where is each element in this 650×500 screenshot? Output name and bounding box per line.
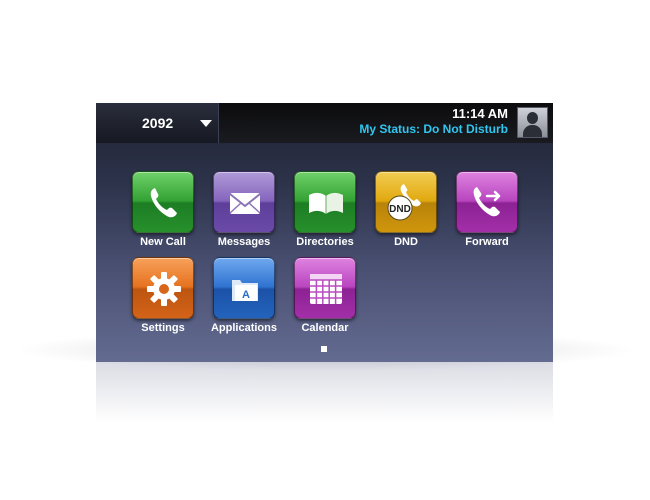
applications-icon: A: [213, 257, 275, 319]
status-bar: 2092 11:14 AM My Status: Do Not Disturb: [96, 103, 553, 143]
open-book-icon: [294, 171, 356, 233]
clock-time: 11:14 AM: [452, 106, 508, 121]
app-dnd[interactable]: DND DND: [371, 171, 441, 257]
calendar-icon: [294, 257, 356, 319]
app-label: Messages: [217, 236, 271, 248]
phone-screen: 2092 11:14 AM My Status: Do Not Disturb …: [96, 103, 553, 362]
phone-handset-icon: [132, 171, 194, 233]
app-calendar[interactable]: Calendar: [290, 257, 360, 343]
my-status[interactable]: My Status: Do Not Disturb: [359, 122, 508, 136]
app-settings[interactable]: Settings: [128, 257, 198, 343]
gear-icon: [132, 257, 194, 319]
user-avatar-icon[interactable]: [517, 107, 548, 138]
avatar-head: [527, 112, 538, 124]
app-messages[interactable]: Messages: [209, 171, 279, 257]
app-label: Calendar: [301, 322, 349, 334]
dnd-badge-text: DND: [389, 204, 411, 215]
avatar-body: [523, 125, 542, 137]
chevron-down-icon: [200, 120, 212, 127]
app-label: New Call: [140, 236, 186, 248]
line-number: 2092: [142, 115, 174, 131]
page-indicator-dot[interactable]: [321, 346, 327, 352]
app-label: Directories: [296, 236, 354, 248]
screen-reflection: [96, 362, 553, 422]
line-selector[interactable]: 2092: [96, 103, 219, 143]
app-label: DND: [394, 236, 418, 248]
envelope-icon: [213, 171, 275, 233]
forward-call-icon: [456, 171, 518, 233]
app-applications[interactable]: A Applications: [209, 257, 279, 343]
dnd-phone-icon: DND: [375, 171, 437, 233]
applications-badge-text: A: [242, 289, 250, 301]
app-label: Settings: [141, 322, 185, 334]
app-label: Applications: [210, 322, 277, 334]
app-new-call[interactable]: New Call: [128, 171, 198, 257]
app-directories[interactable]: Directories: [290, 171, 360, 257]
app-forward[interactable]: Forward: [452, 171, 522, 257]
app-label: Forward: [465, 236, 509, 248]
